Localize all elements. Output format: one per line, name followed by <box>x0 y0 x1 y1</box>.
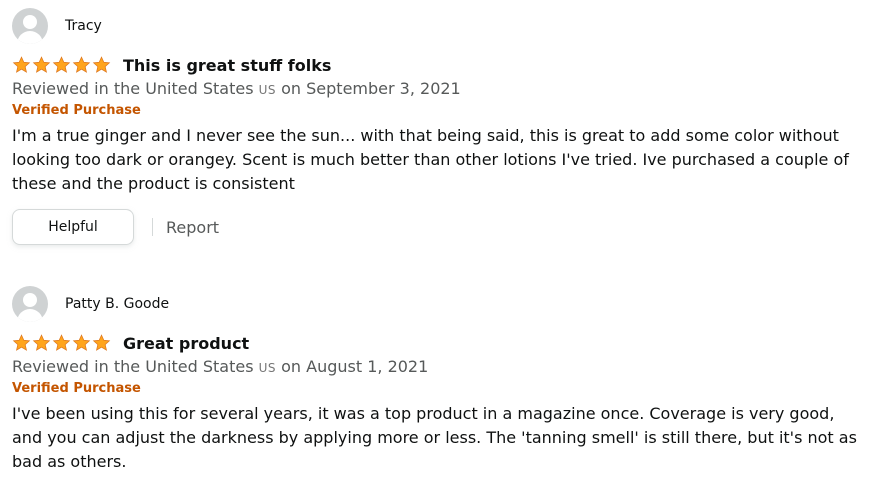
review: Patty B. Goode Great product Reviewed in… <box>12 286 862 474</box>
reviewer-name: Patty B. Goode <box>65 296 170 312</box>
reviewer-profile[interactable]: Tracy <box>12 8 862 44</box>
verified-purchase-badge: Verified Purchase <box>12 381 141 396</box>
star-icon <box>92 56 111 73</box>
review-body: I've been using this for several years, … <box>12 404 857 471</box>
review-date: on August 1, 2021 <box>281 357 429 376</box>
review: Tracy This is great stuff folks Reviewed… <box>12 8 862 246</box>
country-code: US <box>258 83 277 97</box>
divider <box>152 218 153 236</box>
star-icon <box>32 334 51 351</box>
star-rating[interactable] <box>12 56 111 74</box>
review-location: Reviewed in the United States <box>12 79 254 98</box>
star-icon <box>72 56 91 73</box>
reviewer-profile[interactable]: Patty B. Goode <box>12 286 862 322</box>
review-date: on September 3, 2021 <box>281 79 461 98</box>
star-icon <box>92 334 111 351</box>
star-icon <box>32 56 51 73</box>
star-icon <box>52 334 71 351</box>
review-body: I'm a true ginger and I never see the su… <box>12 126 849 193</box>
helpful-button[interactable]: Helpful <box>12 209 134 245</box>
verified-purchase-badge: Verified Purchase <box>12 103 141 118</box>
star-icon <box>12 334 31 351</box>
review-meta: Reviewed in the United States US on Sept… <box>12 79 862 98</box>
review-title[interactable]: This is great stuff folks <box>123 56 331 75</box>
review-location: Reviewed in the United States <box>12 357 254 376</box>
star-icon <box>72 334 91 351</box>
star-icon <box>52 56 71 73</box>
avatar-icon <box>12 8 48 44</box>
star-rating[interactable] <box>12 334 111 352</box>
star-icon <box>12 56 31 73</box>
avatar-icon <box>12 286 48 322</box>
review-title[interactable]: Great product <box>123 334 249 353</box>
reviewer-name: Tracy <box>65 18 102 34</box>
review-meta: Reviewed in the United States US on Augu… <box>12 357 862 376</box>
report-link[interactable]: Report <box>166 218 219 237</box>
country-code: US <box>258 361 277 375</box>
